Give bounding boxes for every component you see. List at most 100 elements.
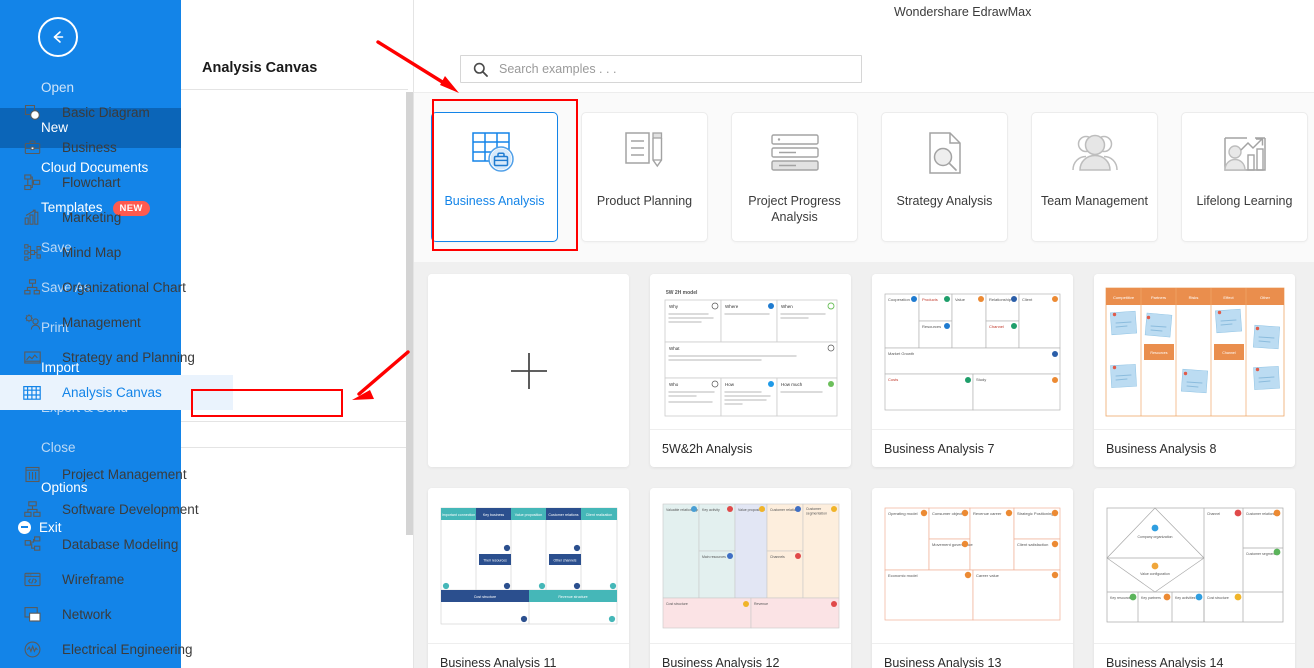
svg-text:Market Growth: Market Growth xyxy=(888,351,914,356)
svg-text:Revenue structure: Revenue structure xyxy=(558,595,587,599)
marketing-chart-icon xyxy=(21,207,43,229)
electrical-engineering-icon xyxy=(21,639,43,661)
svg-text:Client: Client xyxy=(1022,297,1033,302)
svg-text:Career value: Career value xyxy=(976,573,1000,578)
category-item-organizational-chart[interactable]: Organizational Chart xyxy=(0,270,233,305)
svg-text:Value proposition: Value proposition xyxy=(514,513,542,517)
template-card-business-analysis-13[interactable]: Operating model Consumer objective Movem… xyxy=(872,488,1073,668)
subcategory-label: Business Analysis xyxy=(444,194,545,208)
category-group-divider xyxy=(181,421,408,422)
category-item-management[interactable]: Management xyxy=(0,305,233,340)
subcategory-label: Lifelong Learning xyxy=(1196,194,1293,208)
category-item-strategy-and-planning[interactable]: Strategy and Planning xyxy=(0,340,233,375)
project-management-icon xyxy=(21,464,43,486)
svg-text:How much: How much xyxy=(781,382,803,387)
svg-text:Economic model: Economic model xyxy=(888,573,918,578)
svg-text:Their resources: Their resources xyxy=(483,558,507,562)
template-thumbnail: Important connection Key business Value … xyxy=(428,488,629,643)
category-item-electrical-engineering[interactable]: Electrical Engineering xyxy=(0,632,233,667)
arrow-left-icon xyxy=(53,31,64,43)
plus-icon xyxy=(510,352,547,389)
subcategory-card-business-analysis[interactable]: Business Analysis xyxy=(431,112,558,242)
subcategory-label: Team Management xyxy=(1040,194,1148,208)
template-gallery[interactable]: 5W 2H model Why Where When What Who How How … xyxy=(414,262,1314,668)
category-item-label: Business xyxy=(62,140,117,155)
svg-text:Value configuration: Value configuration xyxy=(1140,572,1170,576)
business-analysis-icon xyxy=(467,113,523,193)
subcategory-label: Product Planning xyxy=(596,194,693,208)
category-scrollbar-thumb[interactable] xyxy=(406,92,413,535)
subcategory-card-lifelong-learning[interactable]: Lifelong Learning xyxy=(1181,112,1308,242)
project-progress-icon xyxy=(768,113,822,193)
category-item-mind-map[interactable]: Mind Map xyxy=(0,235,233,270)
subcategory-card-product-planning[interactable]: Product Planning xyxy=(581,112,708,242)
svg-text:Key business: Key business xyxy=(482,513,504,517)
svg-text:Competitive: Competitive xyxy=(1112,295,1134,300)
svg-text:Value: Value xyxy=(955,297,966,302)
category-item-label: Marketing xyxy=(62,210,122,225)
svg-text:What: What xyxy=(669,346,680,351)
svg-text:Key partners: Key partners xyxy=(1141,596,1161,600)
svg-text:Customer: Customer xyxy=(806,507,822,511)
category-item-label: Flowchart xyxy=(62,175,121,190)
search-icon xyxy=(473,62,488,77)
analysis-canvas-icon xyxy=(21,382,43,404)
category-item-wireframe[interactable]: Wireframe xyxy=(0,562,233,597)
template-card-5w2h-analysis[interactable]: 5W 2H model Why Where When What Who How How … xyxy=(650,274,851,467)
subcategory-label: Strategy Analysis xyxy=(896,194,993,208)
template-thumbnail xyxy=(428,274,629,467)
subcategory-card-strategy-analysis[interactable]: Strategy Analysis xyxy=(881,112,1008,242)
category-item-network[interactable]: Network xyxy=(0,597,233,632)
template-card-business-analysis-14[interactable]: Company organization Value configuration… xyxy=(1094,488,1295,668)
template-name: Business Analysis 11 xyxy=(428,643,629,668)
subcategory-card-project-progress-analysis[interactable]: Project Progress Analysis xyxy=(731,112,858,242)
subcategory-label: Project Progress Analysis xyxy=(748,194,841,224)
svg-text:Risks: Risks xyxy=(1188,295,1198,300)
search-bar[interactable] xyxy=(460,55,862,83)
svg-text:Operating model: Operating model xyxy=(888,511,918,516)
category-item-business[interactable]: Business xyxy=(0,130,233,165)
category-item-label: Mind Map xyxy=(62,245,122,260)
template-grid: 5W 2H model Why Where When What Who How How … xyxy=(428,274,1308,668)
category-item-database-modeling[interactable]: Database Modeling xyxy=(0,527,233,562)
search-input[interactable] xyxy=(499,62,861,76)
management-icon xyxy=(21,312,43,334)
template-thumbnail: Valuable relationship Key activity Main … xyxy=(650,488,851,643)
template-card-business-analysis-12[interactable]: Valuable relationship Key activity Main … xyxy=(650,488,851,668)
svg-text:Products: Products xyxy=(922,297,938,302)
template-thumbnail: Company organization Value configuration… xyxy=(1094,488,1295,643)
thumb-ba12: Valuable relationship Key activity Main … xyxy=(655,497,846,634)
category-item-project-management[interactable]: Project Management xyxy=(0,457,233,492)
product-planning-icon xyxy=(620,113,670,193)
svg-text:Cost structure: Cost structure xyxy=(1207,596,1229,600)
svg-text:When: When xyxy=(781,304,793,309)
category-item-marketing[interactable]: Marketing xyxy=(0,200,233,235)
template-thumbnail: Cooperation Products Resources Value Rel… xyxy=(872,274,1073,429)
svg-text:How: How xyxy=(725,382,735,387)
back-button[interactable] xyxy=(38,17,78,57)
basic-diagram-icon xyxy=(21,102,43,124)
svg-text:Key activity: Key activity xyxy=(702,508,720,512)
category-list: Basic Diagram Business Flowchart Marketi… xyxy=(0,95,233,410)
subcategory-bar: Business Analysis Product Planning Proje… xyxy=(414,92,1314,262)
template-card-business-analysis-7[interactable]: Cooperation Products Resources Value Rel… xyxy=(872,274,1073,467)
category-item-flowchart[interactable]: Flowchart xyxy=(0,165,233,200)
subcategory-card-team-management[interactable]: Team Management xyxy=(1031,112,1158,242)
thumb-5w2h: 5W 2H model Why Where When What Who How How … xyxy=(655,281,846,422)
category-item-software-development[interactable]: Software Development xyxy=(0,492,233,527)
template-card-blank[interactable] xyxy=(428,274,629,467)
main-content: Wondershare EdrawMax Search examples . .… xyxy=(414,0,1314,668)
category-group-divider-2 xyxy=(181,447,408,448)
template-card-business-analysis-8[interactable]: Competitive Partners Risks Effect Other Res… xyxy=(1094,274,1295,467)
template-card-business-analysis-11[interactable]: Important connection Key business Value … xyxy=(428,488,629,668)
svg-text:Effect: Effect xyxy=(1223,295,1234,300)
category-item-basic-diagram[interactable]: Basic Diagram xyxy=(0,95,233,130)
category-item-analysis-canvas[interactable]: Analysis Canvas xyxy=(0,375,233,410)
svg-text:Other: Other xyxy=(1259,295,1270,300)
category-item-label: Database Modeling xyxy=(62,537,179,552)
template-name: Business Analysis 14 xyxy=(1094,643,1295,668)
svg-text:Client satisfaction: Client satisfaction xyxy=(1017,542,1048,547)
category-item-label: Analysis Canvas xyxy=(62,385,162,400)
svg-text:Revenue: Revenue xyxy=(754,602,768,606)
svg-text:Costs: Costs xyxy=(888,377,898,382)
